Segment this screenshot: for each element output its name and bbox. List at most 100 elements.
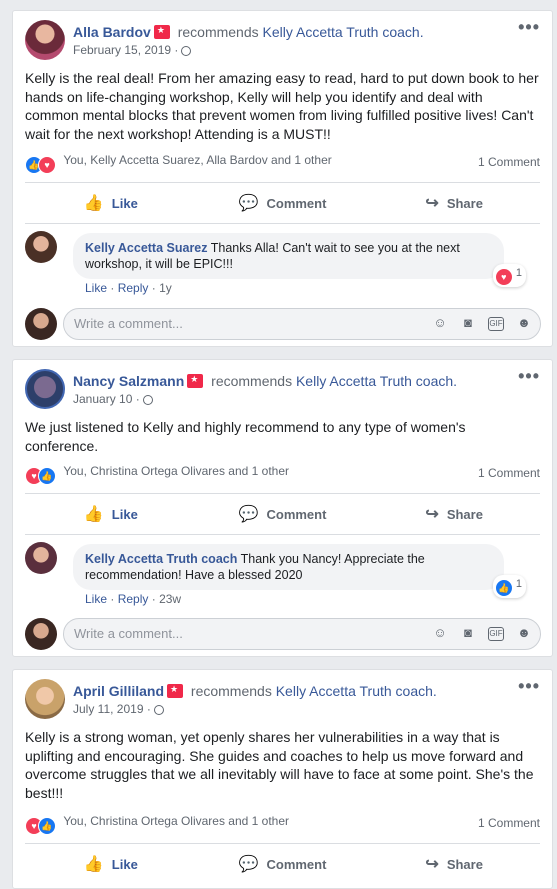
comment-icon: 💬 (238, 856, 259, 873)
like-reaction-icon: 👍 (494, 579, 513, 597)
post-date[interactable]: January 10 · (73, 392, 140, 406)
like-reaction-icon: 👍 (38, 467, 56, 485)
comment-icon: 💬 (238, 506, 259, 523)
reply-author[interactable]: Kelly Accetta Suarez (85, 241, 208, 255)
camera-icon[interactable]: ◙ (460, 315, 476, 331)
share-label: Share (446, 506, 483, 522)
share-button[interactable]: ↪ Share (368, 498, 540, 530)
reply-like-link[interactable]: Like (85, 281, 107, 295)
recommend-badge-icon (167, 684, 184, 698)
comment-button[interactable]: 💬 Comment (197, 498, 369, 530)
author-name[interactable]: April Gilliland (73, 683, 164, 699)
like-label: Like (111, 856, 138, 872)
camera-icon[interactable]: ◙ (460, 625, 476, 641)
page-link[interactable]: Kelly Accetta Truth coach. (276, 683, 437, 699)
avatar[interactable] (25, 308, 57, 340)
like-label: Like (111, 506, 138, 522)
comment-button[interactable]: 💬 Comment (197, 187, 369, 219)
comment-count[interactable]: 1 Comment (478, 155, 540, 169)
post-text: Kelly is the real deal! From her amazing… (25, 70, 539, 142)
reply-bubble: Kelly Accetta Suarez Thanks Alla! Can't … (73, 233, 526, 287)
globe-icon (142, 395, 153, 405)
gif-icon[interactable]: GIF (488, 627, 504, 641)
divider (25, 843, 540, 844)
post-date[interactable]: July 11, 2019 · (73, 702, 151, 716)
comment-label: Comment (266, 856, 327, 872)
like-label: Like (111, 195, 138, 211)
share-button[interactable]: ↪ Share (368, 187, 540, 219)
post-text: Kelly is a strong woman, yet openly shar… (25, 729, 534, 801)
like-button[interactable]: 👍 Like (25, 498, 197, 530)
comment-icon: 💬 (238, 195, 259, 212)
share-label: Share (446, 856, 483, 872)
like-reaction-icon: 👍 (38, 817, 56, 835)
avatar[interactable] (25, 618, 57, 650)
comment-label: Comment (266, 506, 327, 522)
comment-count[interactable]: 1 Comment (478, 466, 540, 480)
share-icon: ↪ (425, 856, 439, 873)
thumbs-up-icon: 👍 (83, 506, 104, 523)
sticker-icon[interactable]: ☻ (516, 315, 532, 331)
comment-input[interactable]: Write a comment... ☺ ◙ GIF ☻ (63, 618, 541, 650)
reply-reply-link[interactable]: Reply (118, 281, 149, 295)
globe-icon (153, 705, 164, 715)
reply-bubble: Kelly Accetta Truth coach Thank you Nanc… (73, 544, 526, 598)
reply-time[interactable]: 1y (159, 281, 172, 295)
reply-reaction-count: 1 (515, 578, 522, 590)
reactions-bar[interactable]: ♥ 👍 You, Christina Ortega Olivares and 1 … (25, 464, 540, 485)
author-name[interactable]: Alla Bardov (73, 24, 151, 40)
post-text: We just listened to Kelly and highly rec… (25, 419, 466, 454)
gif-icon[interactable]: GIF (488, 317, 504, 331)
avatar[interactable] (25, 20, 65, 60)
separator: · (151, 281, 156, 295)
avatar[interactable] (25, 542, 57, 574)
divider (25, 182, 540, 183)
more-icon[interactable]: ••• (518, 366, 540, 387)
reactions-bar[interactable]: 👍 ♥ You, Kelly Accetta Suarez, Alla Bardo… (25, 153, 540, 174)
reply-reply-link[interactable]: Reply (118, 592, 149, 606)
like-button[interactable]: 👍 Like (25, 848, 197, 880)
reactions-names[interactable]: You, Christina Ortega Olivares and 1 oth… (63, 814, 289, 828)
post-date[interactable]: February 15, 2019 · (73, 43, 178, 57)
reply-time[interactable]: 23w (159, 592, 181, 606)
review-card: Alla Bardov recommends Kelly Accetta Tru… (12, 10, 553, 347)
divider (25, 493, 540, 494)
comment-input[interactable]: Write a comment... ☺ ◙ GIF ☻ (63, 308, 541, 340)
reply-reaction-badge[interactable]: ♥ 1 (492, 264, 526, 287)
more-icon[interactable]: ••• (518, 17, 540, 38)
reply-reaction-badge[interactable]: 👍 1 (492, 575, 526, 598)
reactions-bar[interactable]: ♥ 👍 You, Christina Ortega Olivares and 1 … (25, 814, 540, 835)
reply-actions: Like · Reply · 23w (85, 592, 181, 606)
share-icon: ↪ (425, 195, 439, 212)
like-button[interactable]: 👍 Like (25, 187, 197, 219)
emoji-icon[interactable]: ☺ (432, 625, 448, 641)
reply-reaction-count: 1 (515, 267, 522, 279)
emoji-icon[interactable]: ☺ (432, 315, 448, 331)
page-link[interactable]: Kelly Accetta Truth coach. (296, 373, 457, 389)
more-icon[interactable]: ••• (518, 676, 540, 697)
separator: · (110, 281, 115, 295)
recommends-text: recommends (211, 373, 293, 389)
comment-count[interactable]: 1 Comment (478, 816, 540, 830)
separator: · (151, 592, 156, 606)
reply-like-link[interactable]: Like (85, 592, 107, 606)
reply-author[interactable]: Kelly Accetta Truth coach (85, 552, 237, 566)
reactions-names[interactable]: You, Christina Ortega Olivares and 1 oth… (63, 464, 289, 478)
author-name[interactable]: Nancy Salzmann (73, 373, 184, 389)
thumbs-up-icon: 👍 (83, 195, 104, 212)
avatar[interactable] (25, 369, 65, 409)
love-reaction-icon: ♥ (494, 268, 513, 286)
recommend-badge-icon (187, 374, 204, 388)
thumbs-up-icon: 👍 (83, 856, 104, 873)
review-card: April Gilliland recommends Kelly Accetta… (12, 669, 553, 889)
share-button[interactable]: ↪ Share (368, 848, 540, 880)
sticker-icon[interactable]: ☻ (516, 625, 532, 641)
reply-actions: Like · Reply · 1y (85, 281, 172, 295)
divider (25, 223, 540, 224)
page-link[interactable]: Kelly Accetta Truth coach. (263, 24, 424, 40)
avatar[interactable] (25, 231, 57, 263)
reactions-names[interactable]: You, Kelly Accetta Suarez, Alla Bardov a… (63, 153, 331, 167)
recommend-badge-icon (153, 25, 170, 39)
comment-button[interactable]: 💬 Comment (197, 848, 369, 880)
avatar[interactable] (25, 679, 65, 719)
